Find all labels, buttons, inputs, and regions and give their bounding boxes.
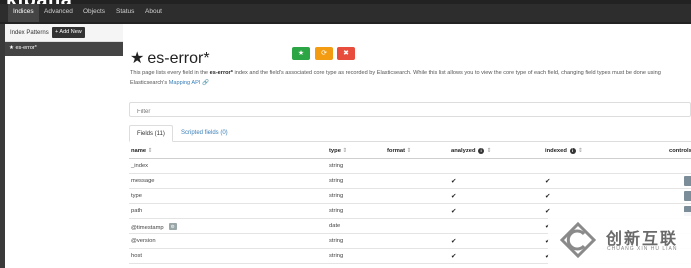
desc-text: This page lists every field in the: [130, 70, 210, 76]
watermark-logo-icon: [559, 221, 597, 259]
table-row: _index string: [129, 159, 691, 174]
field-type: string: [329, 208, 344, 214]
field-name-text: host: [131, 253, 142, 259]
sidebar-item-es-error[interactable]: ★ es-error*: [5, 42, 123, 56]
page-title: ★ es-error*: [130, 48, 210, 68]
index-patterns-title: Index Patterns: [10, 30, 49, 36]
col-name-label: name: [131, 148, 147, 154]
field-name-text: _index: [131, 163, 149, 169]
default-time-field-badge: ⚙: [168, 223, 177, 230]
field-name: @version: [131, 238, 156, 244]
col-controls: controls: [669, 148, 691, 154]
page-title-text: es-error*: [147, 50, 210, 67]
settings-subnav: Indices Advanced Objects Status About: [0, 4, 691, 22]
kibana-settings-page: kibana Indices Advanced Objects Status A…: [0, 0, 691, 268]
analyzed-check-icon: ✔: [451, 238, 457, 245]
analyzed-check-icon: ✔: [451, 178, 457, 185]
trash-icon: ✖: [343, 50, 349, 57]
sort-icon: ⇕: [486, 148, 492, 154]
col-analyzed[interactable]: analyzed i ⇕: [451, 148, 492, 154]
field-name: path: [131, 208, 142, 214]
watermark: 创新互联 CHUANG XIN HU LIAN: [548, 212, 691, 268]
edit-field-button[interactable]: [684, 191, 691, 201]
info-icon: i: [478, 148, 485, 154]
col-name[interactable]: name ⇕: [131, 148, 153, 154]
field-name-text: message: [131, 178, 155, 184]
mapping-api-link[interactable]: Mapping API: [169, 80, 201, 86]
nav-indices[interactable]: Indices: [8, 4, 39, 22]
field-name-text: @timestamp: [131, 225, 164, 231]
tab-scripted-fields[interactable]: Scripted fields (0): [174, 125, 235, 142]
edit-field-button[interactable]: [684, 176, 691, 186]
nav-advanced[interactable]: Advanced: [44, 8, 73, 15]
col-type-label: type: [329, 148, 341, 154]
table-row: type string ✔ ✔: [129, 189, 691, 204]
table-row: message string ✔ ✔: [129, 174, 691, 189]
col-indexed[interactable]: indexed i ⇕: [545, 148, 583, 154]
field-name-text: type: [131, 193, 142, 199]
nav-objects[interactable]: Objects: [83, 8, 105, 15]
field-type: string: [329, 193, 344, 199]
left-strip: [0, 24, 5, 268]
field-type: string: [329, 238, 344, 244]
analyzed-check-icon: ✔: [451, 208, 457, 215]
delete-index-pattern-button[interactable]: ✖: [337, 47, 355, 60]
sort-icon: ⇕: [406, 148, 412, 154]
watermark-subtext: CHUANG XIN HU LIAN: [607, 246, 678, 252]
info-icon: i: [569, 148, 576, 154]
nav-status[interactable]: Status: [116, 8, 134, 15]
desc-index-name: es-error*: [209, 70, 233, 76]
indexed-check-icon: ✔: [545, 193, 551, 200]
external-link-icon[interactable]: 🔗: [202, 80, 209, 86]
filter-input[interactable]: [129, 102, 691, 117]
field-name: message: [131, 178, 155, 184]
set-default-button[interactable]: ★: [292, 47, 310, 60]
analyzed-check-icon: ✔: [451, 193, 457, 200]
sort-icon: ⇕: [147, 148, 153, 154]
field-name: @timestamp ⚙: [131, 223, 177, 231]
table-header: name ⇕ type ⇕ format ⇕ analyzed i ⇕ inde…: [129, 144, 691, 159]
field-name-text: @version: [131, 238, 156, 244]
tab-fields[interactable]: Fields (11): [129, 125, 173, 142]
refresh-icon: ⟳: [321, 50, 327, 57]
field-name-text: path: [131, 208, 143, 214]
star-icon: ★: [130, 50, 145, 67]
sidebar-item-label: ★ es-error*: [9, 45, 37, 51]
sort-icon: ⇕: [578, 148, 584, 154]
page-description: This page lists every field in the es-er…: [130, 69, 690, 88]
field-type: string: [329, 178, 344, 184]
col-format[interactable]: format ⇕: [387, 148, 412, 154]
col-format-label: format: [387, 148, 406, 154]
nav-about[interactable]: About: [145, 8, 162, 15]
col-indexed-label: indexed: [545, 148, 567, 154]
col-analyzed-label: analyzed: [451, 148, 476, 154]
indexed-check-icon: ✔: [545, 178, 551, 185]
field-type: date: [329, 223, 341, 229]
refresh-fields-button[interactable]: ⟳: [315, 47, 333, 60]
add-new-button[interactable]: + Add New: [52, 27, 85, 38]
col-type[interactable]: type ⇕: [329, 148, 347, 154]
analyzed-check-icon: ✔: [451, 253, 457, 260]
field-type: string: [329, 163, 344, 169]
field-name: host: [131, 253, 142, 259]
sort-icon: ⇕: [342, 148, 348, 154]
field-name: _index: [131, 163, 148, 169]
index-patterns-header: Index Patterns + Add New: [5, 24, 123, 42]
star-icon: ★: [297, 50, 305, 57]
field-name: type: [131, 193, 142, 199]
field-type: string: [329, 253, 344, 259]
top-navbar: kibana Indices Advanced Objects Status A…: [0, 0, 691, 24]
field-tabs: Fields (11) Scripted fields (0): [129, 125, 691, 142]
